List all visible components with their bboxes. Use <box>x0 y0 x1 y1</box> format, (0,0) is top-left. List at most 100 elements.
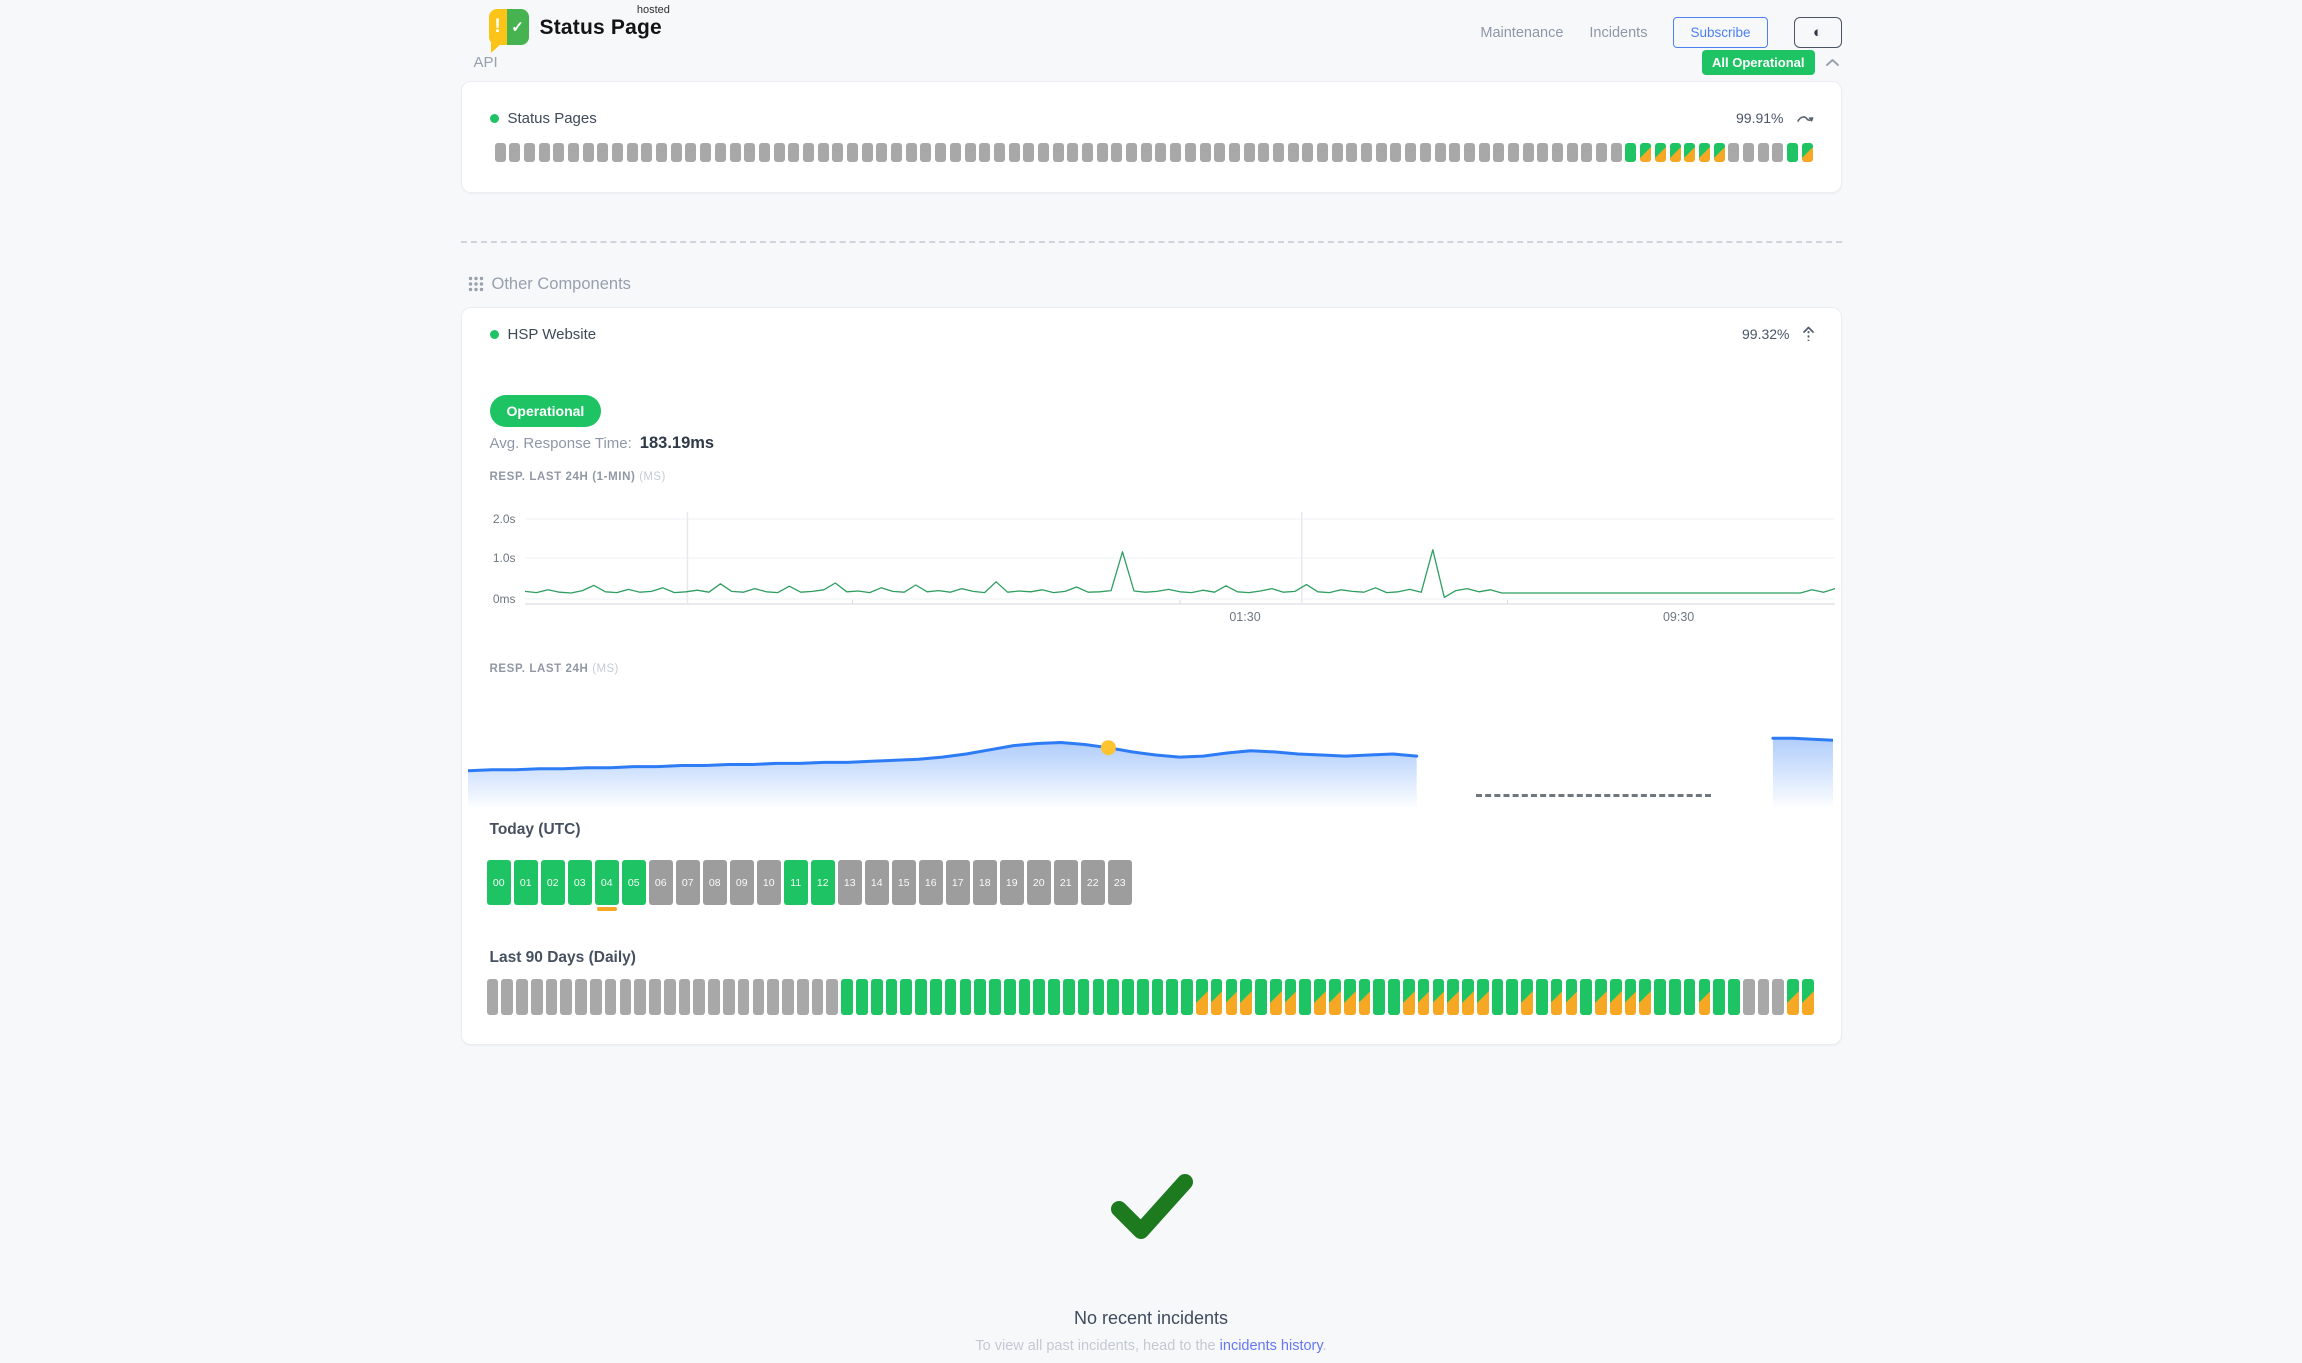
uptime-bar[interactable] <box>1684 143 1695 162</box>
incidents-history-link[interactable]: incidents history <box>1220 1338 1323 1354</box>
uptime-bar[interactable] <box>656 143 667 162</box>
uptime-bar[interactable] <box>1376 143 1387 162</box>
uptime-bar[interactable] <box>1581 143 1592 162</box>
uptime-bar[interactable] <box>1758 143 1769 162</box>
daily-bar[interactable] <box>1669 979 1681 1015</box>
daily-bar[interactable] <box>1654 979 1666 1015</box>
daily-bar[interactable] <box>782 979 794 1015</box>
daily-bar[interactable] <box>753 979 765 1015</box>
daily-bar[interactable] <box>1388 979 1400 1015</box>
uptime-bar[interactable] <box>539 143 550 162</box>
uptime-bar[interactable] <box>641 143 652 162</box>
daily-bar[interactable] <box>1728 979 1740 1015</box>
daily-bar[interactable] <box>1492 979 1504 1015</box>
hour-block-10[interactable]: 10 <box>757 860 782 905</box>
daily-bar[interactable] <box>960 979 972 1015</box>
uptime-bar[interactable] <box>1728 143 1739 162</box>
daily-bar[interactable] <box>1595 979 1607 1015</box>
uptime-bar[interactable] <box>1038 143 1049 162</box>
daily-bar[interactable] <box>1152 979 1164 1015</box>
uptime-bar[interactable] <box>495 143 506 162</box>
uptime-bar[interactable] <box>891 143 902 162</box>
daily-bar[interactable] <box>1403 979 1415 1015</box>
daily-bar[interactable] <box>605 979 617 1015</box>
theme-toggle-button[interactable]: ◐ <box>1794 17 1842 48</box>
daily-bar[interactable] <box>930 979 942 1015</box>
daily-bar[interactable] <box>1122 979 1134 1015</box>
uptime-bar[interactable] <box>1317 143 1328 162</box>
uptime-bar[interactable] <box>509 143 520 162</box>
uptime-bar[interactable] <box>1023 143 1034 162</box>
daily-bar[interactable] <box>915 979 927 1015</box>
hour-block-07[interactable]: 07 <box>676 860 701 905</box>
daily-bar[interactable] <box>590 979 602 1015</box>
uptime-bar[interactable] <box>862 143 873 162</box>
daily-bar[interactable] <box>546 979 558 1015</box>
nav-incidents[interactable]: Incidents <box>1589 25 1647 41</box>
hour-block-09[interactable]: 09 <box>730 860 755 905</box>
uptime-bar[interactable] <box>847 143 858 162</box>
daily-bar[interactable] <box>1373 979 1385 1015</box>
daily-bar[interactable] <box>516 979 528 1015</box>
daily-bar[interactable] <box>1329 979 1341 1015</box>
daily-bar[interactable] <box>1078 979 1090 1015</box>
daily-bar[interactable] <box>531 979 543 1015</box>
uptime-bar[interactable] <box>612 143 623 162</box>
uptime-bar[interactable] <box>1185 143 1196 162</box>
hour-block-04[interactable]: 04 <box>595 860 620 905</box>
uptime-bar[interactable] <box>627 143 638 162</box>
daily-bar[interactable] <box>1048 979 1060 1015</box>
uptime-bar[interactable] <box>1141 143 1152 162</box>
daily-bar[interactable] <box>974 979 986 1015</box>
hour-block-03[interactable]: 03 <box>568 860 593 905</box>
uptime-bar[interactable] <box>671 143 682 162</box>
daily-bar[interactable] <box>708 979 720 1015</box>
hour-block-02[interactable]: 02 <box>541 860 566 905</box>
daily-bar[interactable] <box>1433 979 1445 1015</box>
daily-bar[interactable] <box>900 979 912 1015</box>
uptime-bar[interactable] <box>1625 143 1636 162</box>
daily-bar[interactable] <box>1033 979 1045 1015</box>
daily-bar[interactable] <box>1359 979 1371 1015</box>
daily-bar[interactable] <box>693 979 705 1015</box>
daily-bar[interactable] <box>1270 979 1282 1015</box>
daily-bar[interactable] <box>1166 979 1178 1015</box>
uptime-bar[interactable] <box>583 143 594 162</box>
uptime-bar[interactable] <box>1009 143 1020 162</box>
hour-block-14[interactable]: 14 <box>865 860 890 905</box>
daily-bar[interactable] <box>826 979 838 1015</box>
hour-block-19[interactable]: 19 <box>1000 860 1025 905</box>
uptime-bar[interactable] <box>1273 143 1284 162</box>
uptime-bar[interactable] <box>1552 143 1563 162</box>
uptime-bar[interactable] <box>1420 143 1431 162</box>
uptime-bar[interactable] <box>1787 143 1798 162</box>
daily-bar[interactable] <box>797 979 809 1015</box>
hour-block-06[interactable]: 06 <box>649 860 674 905</box>
daily-bar[interactable] <box>1477 979 1489 1015</box>
daily-bar[interactable] <box>1699 979 1711 1015</box>
uptime-bar[interactable] <box>950 143 961 162</box>
uptime-bar[interactable] <box>1082 143 1093 162</box>
hour-block-15[interactable]: 15 <box>892 860 917 905</box>
hour-block-12[interactable]: 12 <box>811 860 836 905</box>
daily-bar[interactable] <box>649 979 661 1015</box>
uptime-bar[interactable] <box>1302 143 1313 162</box>
uptime-bar[interactable] <box>700 143 711 162</box>
uptime-bar[interactable] <box>1111 143 1122 162</box>
daily-bar[interactable] <box>1211 979 1223 1015</box>
uptime-bar[interactable] <box>965 143 976 162</box>
daily-bar[interactable] <box>945 979 957 1015</box>
daily-bar[interactable] <box>1107 979 1119 1015</box>
daily-bar[interactable] <box>1536 979 1548 1015</box>
daily-bar[interactable] <box>1240 979 1252 1015</box>
uptime-bar[interactable] <box>979 143 990 162</box>
uptime-bar[interactable] <box>994 143 1005 162</box>
daily-bar[interactable] <box>487 979 499 1015</box>
daily-bar[interactable] <box>1255 979 1267 1015</box>
chevron-up-icon[interactable] <box>1825 58 1840 67</box>
uptime-bar[interactable] <box>1405 143 1416 162</box>
hour-block-13[interactable]: 13 <box>838 860 863 905</box>
daily-bar[interactable] <box>620 979 632 1015</box>
uptime-bar[interactable] <box>1361 143 1372 162</box>
daily-bar[interactable] <box>886 979 898 1015</box>
